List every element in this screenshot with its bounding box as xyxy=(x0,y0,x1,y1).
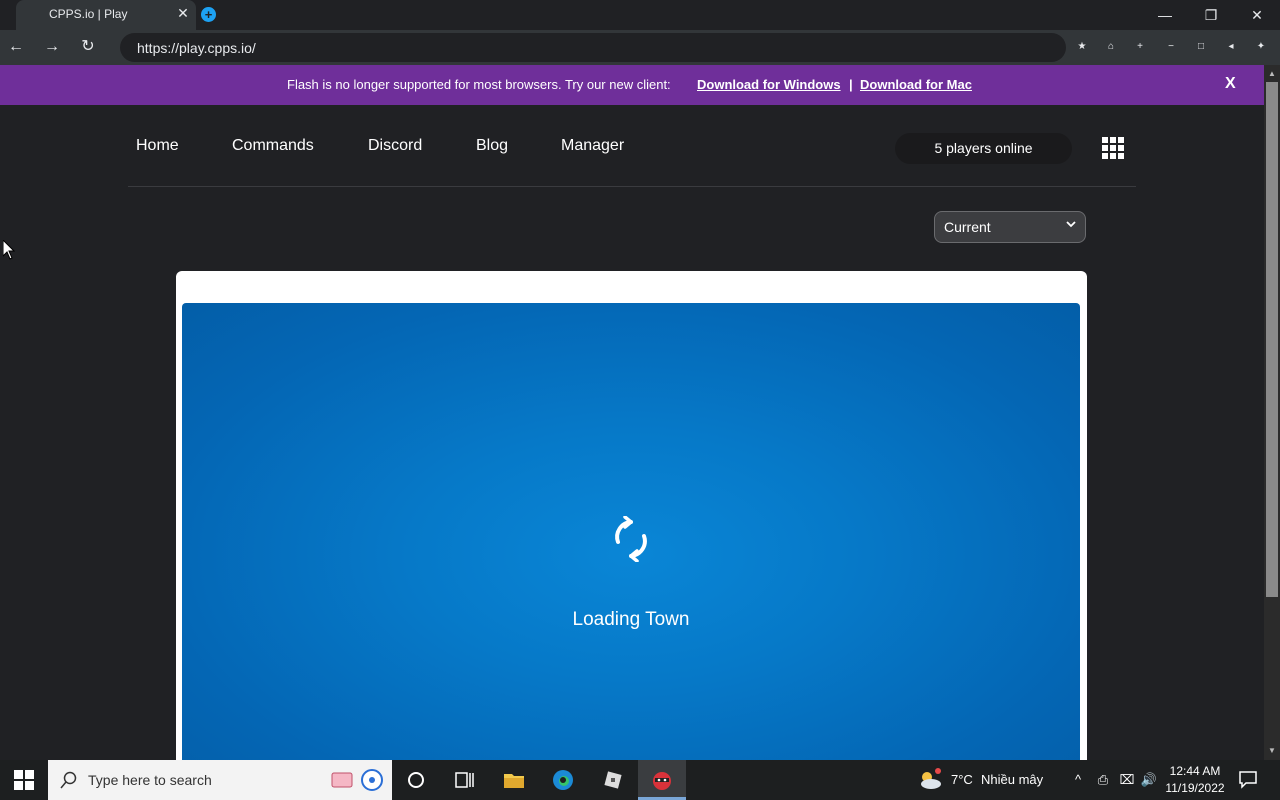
version-select-value: Current xyxy=(944,219,991,235)
search-icon xyxy=(60,771,78,789)
search-highlight-icon xyxy=(330,768,354,792)
nav-home[interactable]: Home xyxy=(136,137,179,155)
window-close-icon[interactable]: ✕ xyxy=(1242,4,1272,26)
chevron-down-icon xyxy=(1066,219,1076,232)
volume-icon[interactable]: 🔊 xyxy=(1140,771,1158,789)
weather-temperature[interactable]: 7°C xyxy=(951,772,973,787)
back-icon[interactable]: ← xyxy=(6,37,26,57)
home-icon[interactable]: ⌂ xyxy=(1104,40,1118,54)
banner-separator: | xyxy=(849,77,853,92)
flash-banner: Flash is no longer supported for most br… xyxy=(0,65,1264,105)
nav-commands[interactable]: Commands xyxy=(232,137,314,155)
security-icon[interactable]: ⎙ xyxy=(1094,771,1112,789)
show-hidden-icons-icon[interactable]: ^ xyxy=(1069,771,1087,789)
browser-toolbar: ← → ↻ https://play.cpps.io/ ★ ⌂ + − □ ◂ … xyxy=(0,30,1280,65)
settings-icon[interactable]: ✦ xyxy=(1254,40,1268,54)
roblox-icon[interactable] xyxy=(601,768,625,792)
clock-date[interactable]: 11/19/2022 xyxy=(1161,781,1229,795)
task-view-icon[interactable] xyxy=(452,768,476,792)
soccer-ball-icon xyxy=(360,768,384,792)
zoom-in-icon[interactable]: + xyxy=(1133,40,1147,54)
edge-browser-icon[interactable] xyxy=(551,768,575,792)
browser-titlebar: CPPS.io | Play ✕ + — ❐ ✕ xyxy=(0,0,1280,30)
loading-spinner-icon xyxy=(612,515,650,563)
download-windows-link[interactable]: Download for Windows xyxy=(697,77,841,92)
mute-icon[interactable]: ◂ xyxy=(1224,40,1238,54)
address-url: https://play.cpps.io/ xyxy=(137,40,256,56)
scrollbar-thumb[interactable] xyxy=(1266,82,1278,597)
nav-divider xyxy=(128,186,1136,187)
restore-icon[interactable]: ❐ xyxy=(1196,4,1226,26)
version-select[interactable]: Current xyxy=(934,211,1086,243)
banner-close-button[interactable]: X xyxy=(1225,75,1236,93)
minimize-icon[interactable]: — xyxy=(1150,4,1180,26)
address-bar[interactable]: https://play.cpps.io/ xyxy=(120,33,1066,62)
weather-description[interactable]: Nhiều mây xyxy=(981,772,1043,787)
weather-cloudy-icon[interactable] xyxy=(917,768,941,792)
reload-icon[interactable]: ↻ xyxy=(78,37,98,57)
clock-time[interactable]: 12:44 AM xyxy=(1163,764,1227,778)
nav-discord[interactable]: Discord xyxy=(368,137,422,155)
scroll-up-icon[interactable]: ▲ xyxy=(1266,68,1278,80)
file-explorer-icon[interactable] xyxy=(502,768,526,792)
game-app-icon[interactable] xyxy=(650,768,674,792)
banner-message: Flash is no longer supported for most br… xyxy=(287,77,671,92)
fullscreen-icon[interactable]: □ xyxy=(1194,40,1208,54)
bookmark-star-icon[interactable]: ★ xyxy=(1075,40,1089,54)
network-icon[interactable]: ⌧ xyxy=(1118,771,1136,789)
download-mac-link[interactable]: Download for Mac xyxy=(860,77,972,92)
mouse-cursor-icon xyxy=(2,238,16,260)
apps-grid-icon[interactable] xyxy=(1102,137,1124,159)
browser-tab[interactable]: CPPS.io | Play ✕ xyxy=(16,0,196,30)
cortana-icon[interactable] xyxy=(404,768,428,792)
forward-icon[interactable]: → xyxy=(42,37,62,57)
notification-icon[interactable] xyxy=(1237,768,1261,792)
windows-start-icon[interactable] xyxy=(14,770,34,790)
nav-manager[interactable]: Manager xyxy=(561,137,624,155)
new-tab-icon[interactable]: + xyxy=(201,7,216,22)
tab-close-icon[interactable]: ✕ xyxy=(176,6,190,20)
scroll-down-icon[interactable]: ▼ xyxy=(1266,745,1278,757)
zoom-out-icon[interactable]: − xyxy=(1164,40,1178,54)
search-placeholder: Type here to search xyxy=(88,772,212,788)
nav-blog[interactable]: Blog xyxy=(476,137,508,155)
players-online-badge: 5 players online xyxy=(895,133,1072,164)
tab-title: CPPS.io | Play xyxy=(49,7,128,21)
loading-status-text: Loading Town xyxy=(572,609,690,630)
